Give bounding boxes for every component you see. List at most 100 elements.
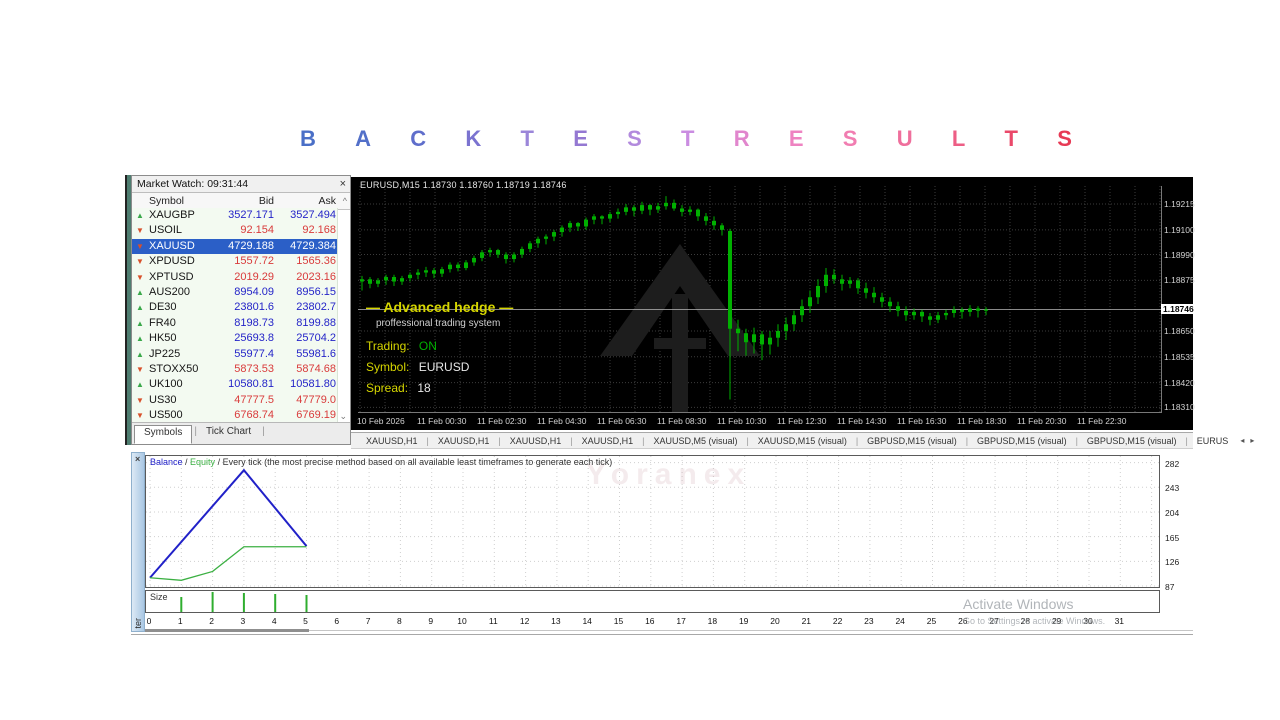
symbol-name: JP225 — [149, 347, 181, 360]
chart-tab[interactable]: XAUUSD,H1 — [501, 436, 571, 446]
scroll-up-icon[interactable]: ^ — [343, 194, 347, 208]
market-watch-row[interactable]: ▼ XPTUSD 2019.29 2023.16 — [132, 270, 337, 285]
time-tick-label: 11 Feb 08:30 — [657, 416, 707, 426]
market-watch-row[interactable]: ▼ XAUUSD 4729.188 4729.384 — [132, 238, 337, 255]
tester-graph[interactable]: Balance / Equity / Every tick (the most … — [145, 455, 1160, 588]
tab-tick-chart[interactable]: Tick Chart — [197, 425, 260, 444]
market-watch-row[interactable]: ▲ JP225 55977.4 55981.6 — [132, 347, 337, 362]
price-tick-label: 1.18310 — [1164, 402, 1195, 413]
market-watch-row[interactable]: ▼ XPDUSD 1557.72 1565.36 — [132, 254, 337, 269]
tester-y-tick-label: 204 — [1165, 507, 1180, 518]
tester-side-strip[interactable]: × ter — [131, 452, 145, 632]
tester-x-tick-label: 2 — [209, 616, 214, 626]
market-watch-tabbar: Symbols | Tick Chart | — [132, 422, 350, 444]
scrollbar-thumb[interactable] — [145, 629, 309, 632]
tester-x-tick-label: 3 — [240, 616, 246, 626]
market-watch-row[interactable]: ▲ HK50 25693.8 25704.2 — [132, 331, 337, 346]
market-watch-row[interactable]: ▲ AUS200 8954.09 8956.15 — [132, 285, 337, 300]
column-header-bid[interactable]: Bid — [259, 193, 274, 209]
symbol-name: XAUUSD — [149, 239, 195, 252]
market-watch-row[interactable]: ▲ UK100 10580.81 10581.80 — [132, 377, 337, 392]
title-letter: T — [520, 126, 534, 151]
tab-scroll-left-icon[interactable]: ◂ — [1237, 436, 1247, 445]
title-letter: T — [681, 126, 695, 151]
time-tick-label: 11 Feb 02:30 — [477, 416, 527, 426]
title-letter: K — [465, 126, 482, 151]
close-icon[interactable]: × — [135, 454, 140, 464]
tester-x-tick-label: 10 — [457, 616, 467, 626]
symbol-down-icon: ▼ — [136, 364, 144, 374]
time-tick-label: 11 Feb 22:30 — [1077, 416, 1127, 426]
activate-windows-line1: Activate Windows — [963, 596, 1074, 612]
time-tick-label: 11 Feb 18:30 — [957, 416, 1007, 426]
price-tick-label: 1.18875 — [1164, 275, 1195, 286]
chart-tab[interactable]: XAUUSD,H1 — [357, 436, 427, 446]
market-watch-row[interactable]: ▼ STOXX50 5873.53 5874.68 — [132, 362, 337, 377]
time-tick-label: 11 Feb 00:30 — [417, 416, 467, 426]
chart-tab[interactable]: XAUUSD,M5 (visual) — [644, 436, 746, 446]
symbol-up-icon: ▲ — [136, 318, 144, 328]
symbol-up-icon: ▲ — [136, 303, 144, 313]
symbol-name: AUS200 — [149, 285, 190, 298]
tester-x-tick-label: 4 — [271, 616, 277, 626]
symbol-down-icon: ▼ — [136, 226, 144, 236]
bid-value: 55977.4 — [234, 347, 274, 360]
title-letter: E — [788, 126, 804, 151]
symbol-down-icon: ▼ — [136, 395, 144, 405]
overlay-subtitle: proffessional trading system — [376, 318, 501, 329]
time-tick-label: 11 Feb 06:30 — [597, 416, 647, 426]
title-letter: U — [896, 126, 913, 151]
size-label: Size — [150, 592, 168, 602]
price-tick-label: 1.19100 — [1164, 224, 1195, 235]
chart-watermark-logo — [600, 244, 760, 413]
tab-scroll-right-icon[interactable]: ▸ — [1247, 436, 1257, 445]
tab-symbols[interactable]: Symbols — [134, 425, 193, 444]
bid-value: 10580.81 — [228, 378, 274, 391]
chart-tab[interactable]: GBPUSD,M15 (visual) — [858, 436, 966, 446]
symbol-name: XAUGBP — [149, 209, 195, 221]
column-header-ask[interactable]: Ask — [318, 193, 336, 209]
title-letter: R — [733, 126, 750, 151]
chart-tab[interactable]: GBPUSD,M15 (visual) — [1078, 436, 1186, 446]
bid-value: 1557.72 — [234, 255, 274, 268]
chart-tab[interactable]: EURUS — [1188, 436, 1238, 446]
activate-windows-line2: Go to Settings to activate Windows. — [963, 616, 1106, 626]
chart-tab[interactable]: XAUUSD,H1 — [429, 436, 499, 446]
symbol-name: XPDUSD — [149, 255, 195, 268]
market-watch-row[interactable]: ▲ FR40 8198.73 8199.88 — [132, 316, 337, 331]
market-watch-row[interactable]: ▲ XAUGBP 3527.171 3527.494 — [132, 208, 337, 223]
title-letter: S — [1057, 126, 1072, 151]
spread-label: Spread: — [366, 381, 409, 395]
chart-tab[interactable]: XAUUSD,M15 (visual) — [749, 436, 856, 446]
title-letter: C — [410, 126, 427, 151]
chart-ohlc-header: EURUSD,M15 1.18730 1.18760 1.18719 1.187… — [360, 180, 567, 190]
legend-balance: Balance — [150, 457, 183, 467]
trading-label: Trading: — [366, 339, 410, 353]
column-header-symbol[interactable]: Symbol — [149, 193, 184, 209]
bid-value: 2019.29 — [234, 270, 274, 283]
tester-x-tick-label: 13 — [551, 616, 561, 626]
symbol-up-icon: ▲ — [136, 380, 144, 390]
tester-x-tick-label: 15 — [613, 616, 624, 626]
scroll-down-icon[interactable]: ⌄ — [339, 409, 347, 423]
symbol-label: Symbol: — [366, 360, 410, 374]
market-watch-row[interactable]: ▲ DE30 23801.6 23802.7 — [132, 300, 337, 315]
chart-tab[interactable]: XAUUSD,H1 — [573, 436, 643, 446]
ask-value: 4729.384 — [290, 239, 336, 252]
symbol-up-icon: ▲ — [136, 211, 144, 220]
symbol-name: USOIL — [149, 224, 183, 237]
market-watch-row[interactable]: ▼ US30 47777.5 47779.0 — [132, 393, 337, 408]
close-icon[interactable]: × — [340, 176, 346, 192]
market-watch-row[interactable]: ▼ USOIL 92.154 92.168 — [132, 223, 337, 238]
bid-value: 8198.73 — [234, 316, 274, 329]
symbol-name: UK100 — [149, 378, 183, 391]
current-price-label: 1.18746 — [1161, 304, 1196, 315]
symbol-name: HK50 — [149, 332, 177, 345]
chart-tab[interactable]: GBPUSD,M15 (visual) — [968, 436, 1076, 446]
price-chart[interactable]: EURUSD,M15 1.18730 1.18760 1.18719 1.187… — [351, 177, 1196, 430]
symbol-up-icon: ▲ — [136, 349, 144, 359]
ask-value: 5874.68 — [296, 362, 336, 375]
bid-value: 47777.5 — [234, 393, 274, 406]
legend-description: / Every tick (the most precise method ba… — [215, 457, 613, 467]
tester-side-label: ter — [133, 618, 143, 629]
